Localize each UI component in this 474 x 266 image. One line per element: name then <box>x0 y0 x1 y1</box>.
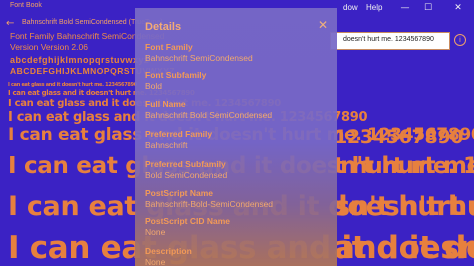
menu-help[interactable]: Help <box>366 3 382 12</box>
field-label-postscript-cid-name: PostScript CID Name <box>145 216 231 226</box>
field-value-preferred-subfamily: Bold SemiCondensed <box>145 170 228 180</box>
menu-window[interactable]: dow <box>343 3 358 12</box>
field-label-preferred-family: Preferred Family <box>145 129 213 139</box>
glyph-lowercase: abcdefghijklmnopqrstuvwxyz <box>10 55 150 65</box>
sample-size-8: I can eat glass and it doesn't hurt me. … <box>8 82 137 88</box>
field-value-font-subfamily: Bold <box>145 81 163 91</box>
field-value-font-family: Bahnschrift SemiCondensed <box>145 53 253 63</box>
field-value-postscript-cid-name: None <box>145 227 166 237</box>
right-sample-row-3: sn't hurt m <box>334 191 474 222</box>
field-label-description: Description <box>145 246 192 256</box>
field-label-font-subfamily: Font Subfamily <box>145 70 207 80</box>
field-label-preferred-subfamily: Preferred Subfamily <box>145 159 226 169</box>
font-book-window: Font Book dow Help — ☐ ✕ ← Bahnschrift B… <box>0 0 474 266</box>
version-label: Version Version 2.06 <box>10 42 88 52</box>
app-title: Font Book <box>10 2 42 9</box>
details-panel: Details ✕ Font Family Bahnschrift SemiCo… <box>135 8 337 266</box>
right-sample-row-2: t hurt me. 12 <box>334 154 474 179</box>
maximize-button[interactable]: ☐ <box>418 0 438 16</box>
sample-text-value: doesn't hurt me. 1234567890 <box>343 36 434 43</box>
right-sample-row-1: 1234567890 <box>334 126 464 148</box>
field-value-preferred-family: Bahnschrift <box>145 140 188 150</box>
back-arrow-icon[interactable]: ← <box>6 17 20 31</box>
sample-text-input[interactable]: doesn't hurt me. 1234567890 <box>330 32 450 50</box>
right-sample-row-4: and it doesi <box>334 230 474 266</box>
close-icon[interactable]: ✕ <box>317 19 329 31</box>
close-window-button[interactable]: ✕ <box>448 0 468 16</box>
field-value-full-name: Bahnschrift Bold SemiCondensed <box>145 110 273 120</box>
field-label-postscript-name: PostScript Name <box>145 188 214 198</box>
field-label-font-family: Font Family <box>145 42 193 52</box>
field-label-full-name: Full Name <box>145 99 186 109</box>
details-title: Details <box>145 21 182 33</box>
info-icon[interactable]: i <box>454 34 466 46</box>
field-value-postscript-name: Bahnschrift-Bold-SemiCondensed <box>145 199 274 209</box>
minimize-button[interactable]: — <box>395 0 415 16</box>
field-value-description: None <box>145 257 166 266</box>
